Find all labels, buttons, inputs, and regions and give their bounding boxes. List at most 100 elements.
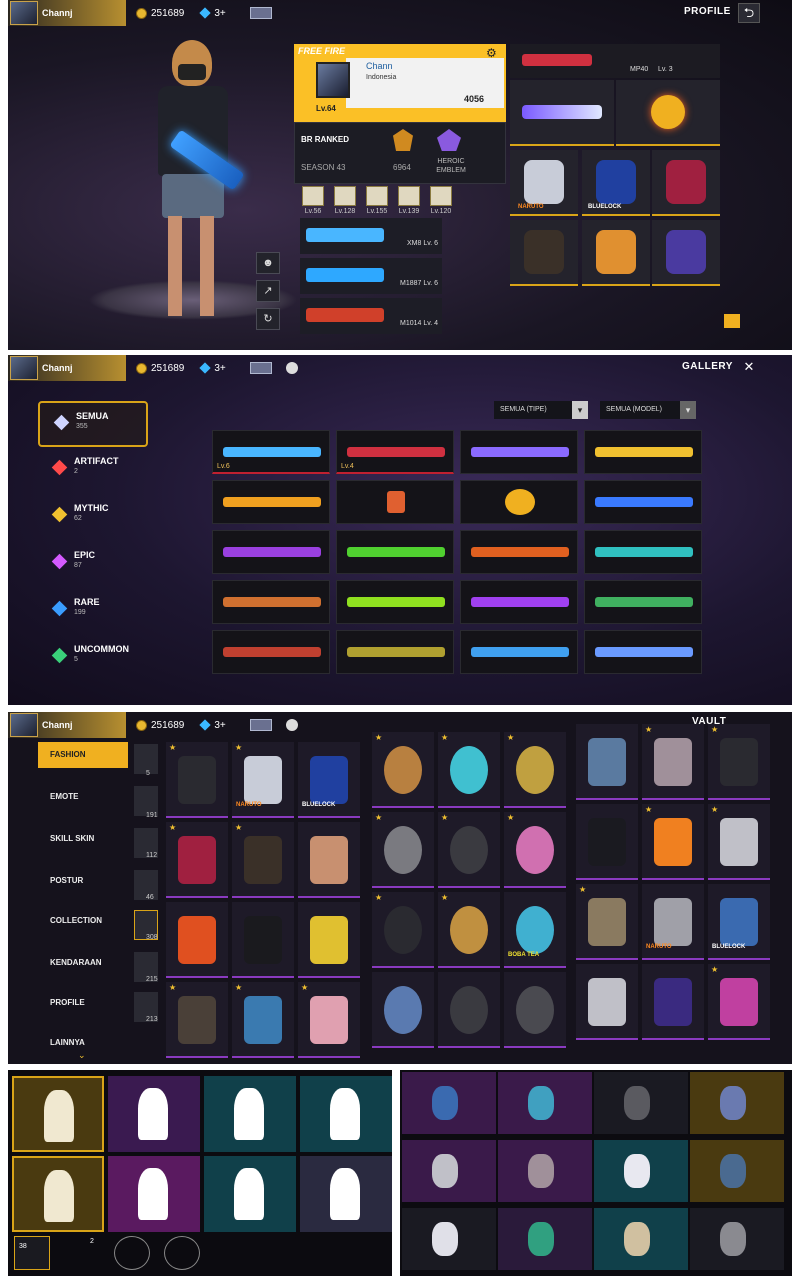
tab-artifact[interactable]: ARTIFACT 2	[38, 448, 148, 494]
spin-icon[interactable]	[114, 1236, 150, 1270]
skill-slot[interactable]: Lv.155	[364, 186, 390, 215]
glove-item[interactable]	[690, 1208, 784, 1270]
gallery-item[interactable]	[336, 480, 454, 524]
outfit-item[interactable]: ★ NARUTO	[232, 742, 294, 818]
emote-item[interactable]	[204, 1156, 296, 1232]
model-filter-dropdown[interactable]: SEMUA (MODEL) ▾	[600, 401, 696, 419]
headgear-item[interactable]	[438, 972, 500, 1048]
emote-item[interactable]	[12, 1076, 104, 1152]
outfit-item[interactable]: ★	[166, 982, 228, 1058]
headgear-item[interactable]: ★	[438, 732, 500, 808]
emote-item[interactable]	[300, 1156, 392, 1232]
headgear-item[interactable]: BOBA TEA	[504, 892, 566, 968]
glove-item[interactable]	[402, 1208, 496, 1270]
person-icon[interactable]: ☻	[256, 252, 280, 274]
share-icon[interactable]: ↗	[256, 280, 280, 302]
outfit-item[interactable]: ★	[232, 982, 294, 1058]
pants-item[interactable]: ★	[708, 964, 770, 1040]
outfit-slot[interactable]	[510, 220, 578, 286]
diamond-balance[interactable]: 3+	[199, 362, 226, 374]
skill-slot[interactable]: Lv.139	[396, 186, 422, 215]
player-avatar-chip[interactable]: Channj	[8, 712, 126, 738]
skill-slot[interactable]: Lv.56	[300, 186, 326, 215]
headgear-item[interactable]: ★	[372, 892, 434, 968]
type-filter-dropdown[interactable]: SEMUA (TIPE) ▾	[494, 401, 588, 419]
pants-item[interactable]	[576, 804, 638, 880]
pants-item[interactable]: ★	[708, 804, 770, 880]
outfit-item[interactable]: ★	[232, 822, 294, 898]
emote-item[interactable]	[12, 1156, 104, 1232]
glove-item[interactable]	[594, 1208, 688, 1270]
gallery-item[interactable]	[460, 580, 578, 624]
membership-card-icon[interactable]	[249, 7, 272, 19]
emote-item[interactable]	[108, 1156, 200, 1232]
outfit-item[interactable]: ★	[166, 822, 228, 898]
home-icon[interactable]	[285, 362, 298, 374]
glove-item[interactable]	[594, 1140, 688, 1202]
player-character[interactable]	[148, 40, 245, 320]
back-button[interactable]: ⮌	[738, 3, 760, 23]
loot-slot[interactable]	[616, 80, 720, 146]
outfit-slot[interactable]	[652, 220, 720, 286]
gallery-item[interactable]	[212, 530, 330, 574]
gallery-item[interactable]	[584, 580, 702, 624]
outfit-slot[interactable]	[652, 150, 720, 216]
pants-item[interactable]	[576, 964, 638, 1040]
gallery-item[interactable]	[336, 580, 454, 624]
coin-balance[interactable]: 251689	[136, 7, 184, 19]
tab-rare[interactable]: RARE 199	[38, 589, 148, 635]
coin-balance[interactable]: 251689	[136, 719, 184, 731]
category-postur[interactable]: POSTUR	[38, 868, 128, 894]
headgear-item[interactable]: ★	[438, 892, 500, 968]
outfit-item[interactable]	[166, 902, 228, 978]
tab-uncommon[interactable]: UNCOMMON 5	[38, 636, 148, 682]
pants-item[interactable]: ★	[642, 804, 704, 880]
outfit-slot[interactable]: NARUTO	[510, 150, 578, 216]
diamond-balance[interactable]: 3+	[199, 719, 226, 731]
glove-item[interactable]	[402, 1072, 496, 1134]
weapon-row[interactable]: XM8 Lv. 6	[300, 218, 442, 254]
category-fashion[interactable]: FASHION	[38, 742, 128, 768]
category-kendaraan[interactable]: KENDARAAN	[38, 950, 128, 976]
headgear-item[interactable]	[504, 972, 566, 1048]
rotate-icon[interactable]: ↻	[256, 308, 280, 330]
pants-item[interactable]: ★	[642, 724, 704, 800]
pants-item[interactable]: ★	[708, 724, 770, 800]
showcase-weapon-slot[interactable]: MP40 Lv. 3	[510, 44, 720, 78]
gallery-item[interactable]	[336, 530, 454, 574]
weapon-row[interactable]: M1887 Lv. 6	[300, 258, 442, 294]
outfit-item[interactable]: BLUELOCK	[298, 742, 360, 818]
glove-item[interactable]	[594, 1072, 688, 1134]
gallery-item[interactable]	[460, 530, 578, 574]
gallery-item[interactable]	[584, 480, 702, 524]
glove-item[interactable]	[498, 1072, 592, 1134]
diamond-balance[interactable]: 3+	[199, 7, 226, 19]
skill-slot[interactable]: Lv.128	[332, 186, 358, 215]
gallery-item[interactable]	[584, 630, 702, 674]
skill-slot[interactable]: Lv.120	[428, 186, 454, 215]
emote-tray-slot[interactable]: 38	[14, 1236, 50, 1270]
gallery-item[interactable]: Lv.4	[336, 430, 454, 474]
outfit-item[interactable]	[232, 902, 294, 978]
membership-card-icon[interactable]	[249, 362, 272, 374]
glove-item[interactable]	[498, 1140, 592, 1202]
glove-item[interactable]	[690, 1072, 784, 1134]
headgear-item[interactable]: ★	[372, 732, 434, 808]
chevron-down-icon[interactable]: ⌄	[78, 1050, 86, 1061]
player-avatar-chip[interactable]: Channj	[8, 0, 126, 26]
tab-epic[interactable]: EPIC 87	[38, 542, 148, 588]
headgear-item[interactable]	[372, 972, 434, 1048]
headgear-item[interactable]: ★	[438, 812, 500, 888]
outfit-item[interactable]	[298, 902, 360, 978]
glove-item[interactable]	[498, 1208, 592, 1270]
gallery-item[interactable]	[212, 630, 330, 674]
outfit-item[interactable]: ★	[166, 742, 228, 818]
gallery-item[interactable]	[336, 630, 454, 674]
emote-item[interactable]	[108, 1076, 200, 1152]
category-skill-skin[interactable]: SKILL SKIN	[38, 826, 128, 852]
category-collection[interactable]: COLLECTION	[38, 908, 128, 934]
loot-slot[interactable]	[510, 80, 614, 146]
emote-item[interactable]	[204, 1076, 296, 1152]
player-avatar-chip[interactable]: Channj	[8, 355, 126, 381]
pants-item[interactable]: NARUTO	[642, 884, 704, 960]
